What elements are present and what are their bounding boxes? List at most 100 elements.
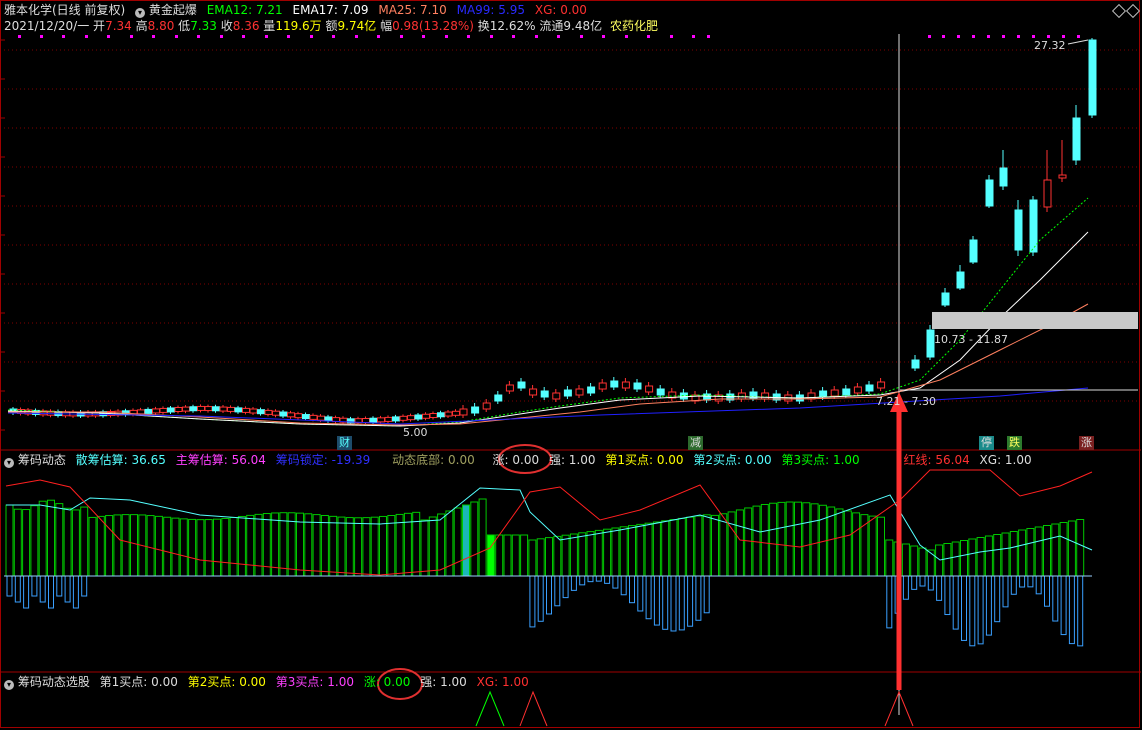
chip-bar — [337, 516, 346, 577]
chip-bar — [362, 517, 371, 577]
signal-dot — [220, 35, 223, 38]
dropdown-circle-icon[interactable]: ▾ — [4, 458, 14, 468]
chip-bar — [88, 516, 97, 577]
close-value: 8.36 — [232, 19, 260, 33]
candle-body — [985, 179, 994, 207]
chip-bar — [561, 534, 570, 577]
candle-body — [877, 381, 886, 389]
chip-bar — [901, 543, 910, 577]
candle-body — [999, 167, 1008, 187]
candle-body — [137, 409, 145, 415]
chip-neg-bar — [703, 575, 710, 614]
signal-dot — [490, 35, 493, 38]
panel2-name[interactable]: 筹码动态 — [18, 453, 66, 467]
chip-bar — [246, 514, 255, 577]
quote-info-row: 2021/12/20/一 开7.34 高8.80 低7.33 收8.36 量11… — [4, 19, 658, 33]
panel3-name[interactable]: 筹码动态选股 — [18, 675, 90, 689]
chip-neg-bar — [653, 575, 660, 626]
signal-dot — [957, 35, 960, 38]
signal-dot — [692, 35, 695, 38]
chip-neg-bar — [1060, 575, 1067, 636]
signal-dot — [1032, 35, 1035, 38]
signal-dot — [1017, 35, 1020, 38]
price-max-label: 27.32 — [1034, 39, 1066, 52]
chip-bar — [1026, 528, 1035, 577]
candle-body — [159, 407, 168, 413]
turnover-value: 12.62% — [489, 19, 536, 33]
mai2-value: 第2买点: 0.00 — [693, 453, 772, 467]
signal-dot — [647, 35, 650, 38]
float-label: 流通 — [539, 19, 564, 33]
indicator-name[interactable]: 黄金起爆 — [149, 3, 197, 17]
chip-bar — [503, 534, 512, 577]
chip-bar — [105, 515, 114, 577]
chip-neg-bar — [14, 575, 21, 603]
candle-body — [279, 411, 288, 417]
amount-value: 9.74亿 — [337, 19, 377, 33]
candle-body — [257, 409, 265, 415]
chip-bar — [735, 509, 744, 577]
candle-body — [197, 405, 205, 411]
chip-bar — [5, 504, 14, 577]
candle-body — [853, 386, 862, 394]
chip-bar — [835, 508, 844, 577]
mai3-value: 第3买点: 1.00 — [781, 453, 860, 467]
chip-neg-bar — [604, 575, 611, 584]
chip-neg-bar — [1019, 575, 1026, 588]
dropdown-circle-icon[interactable]: ▾ — [4, 680, 14, 690]
candle-body — [552, 392, 561, 400]
chip-bar — [146, 515, 155, 577]
max-arrow — [1067, 39, 1089, 45]
chip-bar — [843, 510, 852, 577]
chip-neg-bar — [81, 575, 88, 597]
red-triangle — [519, 690, 548, 727]
chip-bar — [686, 516, 695, 577]
panel3-xg-value: XG: 1.00 — [476, 675, 529, 689]
marker-cai[interactable]: 财 — [337, 436, 352, 450]
chip-bar — [171, 517, 180, 577]
chip-bar — [121, 514, 130, 577]
chip-bar — [877, 516, 885, 577]
candle-body — [926, 329, 935, 358]
candle-body — [144, 408, 153, 414]
candle-body — [830, 389, 839, 397]
signal-dot — [625, 35, 628, 38]
dropdown-circle-icon[interactable]: ▾ — [135, 8, 146, 18]
chip-neg-bar — [977, 575, 984, 645]
quote-date: 2021/12/20/一 — [4, 19, 90, 33]
chip-bar — [702, 514, 711, 577]
marker-ting[interactable]: 停 — [979, 436, 994, 450]
chip-bar — [1034, 526, 1043, 577]
signal-dot — [197, 35, 200, 38]
signal-dot — [602, 35, 605, 38]
marker-die[interactable]: 跌 — [1007, 436, 1022, 450]
chip-bar — [279, 512, 288, 577]
chip-neg-bar — [1077, 575, 1084, 647]
chip-neg-bar — [23, 575, 30, 609]
chip-neg-bar — [72, 575, 79, 609]
chip-bar — [1009, 531, 1018, 577]
resistance-band — [932, 312, 1138, 329]
chip-bar — [711, 514, 719, 577]
chip-bar — [993, 534, 1002, 577]
signal-dot — [355, 35, 358, 38]
chip-bar — [744, 507, 753, 577]
signal-dot — [152, 35, 155, 38]
sector-label[interactable]: 农药化肥 — [610, 19, 658, 33]
chip-neg-bar — [927, 575, 934, 591]
chip-neg-bar — [1035, 575, 1042, 595]
chip-neg-bar — [579, 575, 586, 586]
marker-zhang[interactable]: 涨 — [1079, 436, 1094, 450]
signal-dot — [107, 35, 110, 38]
panel2-xg-value: XG: 1.00 — [979, 453, 1032, 467]
candle-body — [369, 417, 378, 423]
hongxian-value: 红线: 56.04 — [903, 453, 970, 467]
panel3-zhang-value: 涨: 0.00 — [363, 675, 411, 689]
xg-value: XG: 0.00 — [534, 3, 587, 17]
chart-canvas[interactable] — [0, 0, 1142, 730]
stock-name[interactable]: 雅本化学(日线 前复权) — [4, 3, 125, 17]
chip-neg-bar — [645, 575, 652, 620]
chip-bar — [586, 531, 595, 577]
marker-jian[interactable]: 减 — [688, 436, 703, 450]
candle-body — [317, 415, 325, 421]
